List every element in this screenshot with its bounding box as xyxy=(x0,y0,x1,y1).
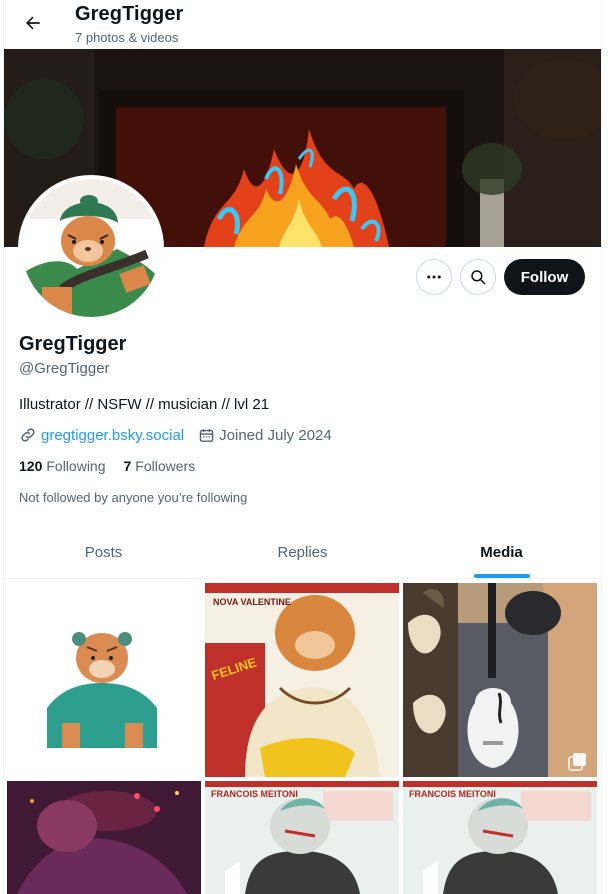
header-title: GregTigger xyxy=(75,3,184,25)
website-link[interactable]: gregtigger.bsky.social xyxy=(41,427,184,444)
media-image xyxy=(7,781,201,894)
media-tile-5[interactable]: FRANCOIS MEITONI xyxy=(205,781,399,894)
profile-meta: gregtigger.bsky.social Joined July 2024 xyxy=(19,426,332,444)
media-image: FRANCOIS MEITONI xyxy=(205,781,399,894)
tab-label: Replies xyxy=(277,543,328,561)
tab-media[interactable]: Media xyxy=(402,526,601,578)
avatar-image xyxy=(22,179,160,317)
follow-stats: 120 Following 7 Followers xyxy=(19,458,213,474)
media-image xyxy=(7,583,201,777)
column-divider-right xyxy=(601,0,602,894)
profile-avatar[interactable] xyxy=(18,175,164,321)
header-subtitle: 7 photos & videos xyxy=(75,30,179,45)
back-button[interactable] xyxy=(20,10,46,36)
media-tile-6[interactable]: FRANCOIS MEITONI xyxy=(403,781,597,894)
joined-date: Joined July 2024 xyxy=(219,426,332,444)
top-header: GregTigger 7 photos & videos xyxy=(4,0,601,48)
media-tile-1[interactable] xyxy=(7,583,201,777)
tab-label: Media xyxy=(480,543,523,561)
profile-page: GregTigger 7 photos & videos Follow Greg… xyxy=(0,0,615,894)
followers-count: 7 xyxy=(123,458,132,474)
media-image: FRANCOIS MEITONI xyxy=(403,781,597,894)
following-stat[interactable]: 120 Following xyxy=(19,458,106,474)
calendar-icon xyxy=(199,428,214,442)
poster-name-text: FRANCOIS MEITONI xyxy=(409,789,496,799)
follow-button[interactable]: Follow xyxy=(504,259,585,295)
poster-name-text: NOVA VALENTINE xyxy=(213,597,291,607)
media-tile-4[interactable] xyxy=(7,781,201,894)
tab-replies[interactable]: Replies xyxy=(203,526,402,578)
user-handle: @GregTigger xyxy=(19,360,110,377)
media-image: NOVA VALENTINE FELINE xyxy=(205,583,399,777)
following-count: 120 xyxy=(19,458,43,474)
tab-posts[interactable]: Posts xyxy=(4,526,203,578)
display-name: GregTigger xyxy=(19,333,127,355)
media-tile-2[interactable]: NOVA VALENTINE FELINE xyxy=(205,583,399,777)
followers-label: Followers xyxy=(135,458,196,474)
not-followed-note: Not followed by anyone you’re following xyxy=(19,490,248,505)
profile-tabs: Posts Replies Media xyxy=(4,526,601,579)
search-icon xyxy=(471,270,486,285)
link-icon xyxy=(21,428,35,442)
active-tab-indicator xyxy=(473,574,530,578)
media-image xyxy=(403,583,597,777)
poster-name-text: FRANCOIS MEITONI xyxy=(211,789,298,799)
tab-label: Posts xyxy=(84,543,123,561)
more-options-button[interactable] xyxy=(416,259,452,295)
media-tile-3[interactable] xyxy=(403,583,597,777)
following-label: Following xyxy=(46,458,106,474)
arrow-left-icon xyxy=(26,16,40,30)
more-horizontal-icon xyxy=(427,275,441,279)
profile-bio: Illustrator // NSFW // musician // lvl 2… xyxy=(19,396,270,413)
followers-stat[interactable]: 7 Followers xyxy=(124,458,196,474)
search-profile-button[interactable] xyxy=(460,259,496,295)
